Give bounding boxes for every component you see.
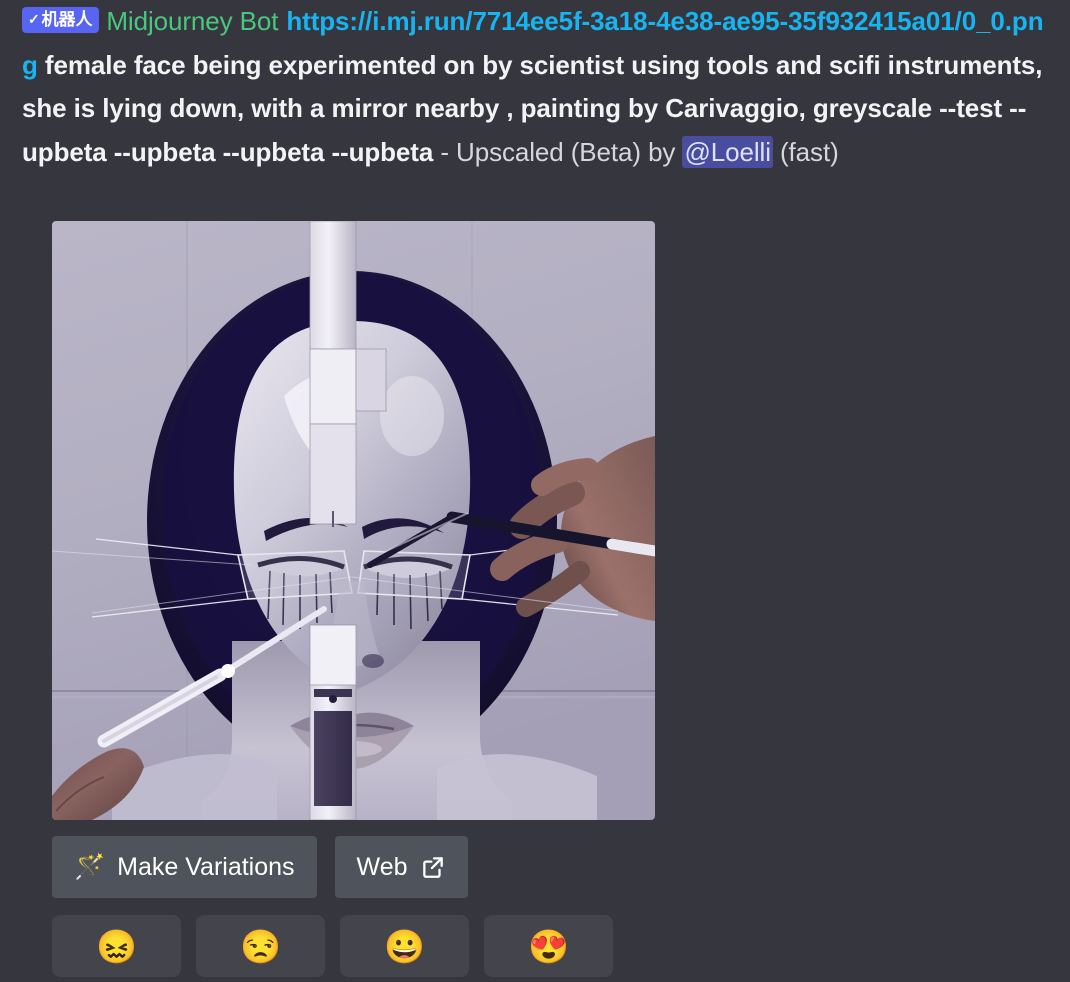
discord-message-view: ✓ 机器人 Midjourney Bot https://i.mj.run/7714e… <box>0 0 1070 982</box>
web-label: Web <box>356 852 408 881</box>
artwork-illustration <box>52 221 655 820</box>
make-variations-label: Make Variations <box>117 852 295 881</box>
prompt-separator: - <box>433 136 457 167</box>
reaction-grinning-button[interactable]: 😀 <box>340 915 469 977</box>
generated-image-attachment[interactable] <box>52 221 655 820</box>
reaction-heart-eyes-button[interactable]: 😍 <box>484 915 613 977</box>
bot-badge: ✓ 机器人 <box>22 7 100 33</box>
grinning-face-emoji: 😀 <box>383 927 426 965</box>
make-variations-button[interactable]: 🪄 Make Variations <box>52 836 317 898</box>
magic-wand-icon: 🪄 <box>74 852 106 881</box>
bot-badge-check-icon: ✓ <box>28 11 40 27</box>
reaction-unamused-button[interactable]: 😒 <box>196 915 325 977</box>
message-action-row: 🪄 Make Variations Web <box>52 836 468 898</box>
unamused-face-emoji: 😒 <box>239 927 282 965</box>
web-button[interactable]: Web <box>334 836 468 898</box>
heart-eyes-face-emoji: 😍 <box>527 927 570 965</box>
bot-badge-label: 机器人 <box>41 10 93 29</box>
reaction-confounded-button[interactable]: 😖 <box>52 915 181 977</box>
confounded-face-emoji: 😖 <box>95 927 138 965</box>
upscale-action-text: Upscaled (Beta) by <box>456 136 683 167</box>
speed-mode-text: (fast) <box>772 136 839 167</box>
message-header-and-content: ✓ 机器人 Midjourney Bot https://i.mj.run/7714e… <box>22 0 1052 174</box>
message-author-name[interactable]: Midjourney Bot <box>106 6 278 36</box>
user-mention[interactable]: @Loelli <box>682 135 773 168</box>
reaction-row: 😖 😒 😀 😍 <box>52 915 613 977</box>
external-link-icon <box>420 854 446 880</box>
